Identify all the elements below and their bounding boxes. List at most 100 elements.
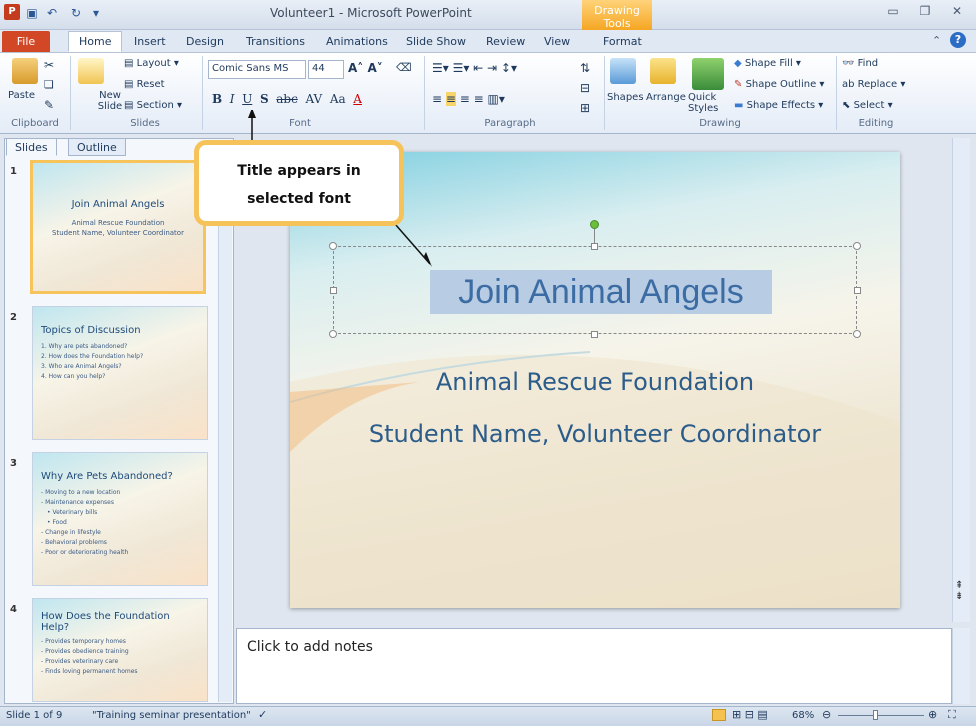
tab-transitions[interactable]: Transitions <box>235 31 316 52</box>
slide-thumbnail-3[interactable]: Why Are Pets Abandoned? - Moving to a ne… <box>32 452 208 586</box>
quick-styles-icon[interactable] <box>692 58 724 90</box>
slide-scrollbar[interactable] <box>952 138 970 622</box>
spelling-check-icon[interactable]: ✓ <box>258 708 267 721</box>
restore-icon[interactable]: ❐ <box>912 4 938 22</box>
close-icon[interactable]: ✕ <box>944 4 970 22</box>
slide-title[interactable]: Join Animal Angels <box>430 270 772 314</box>
new-slide-icon[interactable] <box>78 58 104 84</box>
theme-status[interactable]: "Training seminar presentation" <box>92 710 251 721</box>
section-button[interactable]: ▤ Section ▾ <box>124 100 182 111</box>
text-direction-icon[interactable]: ⇅ ⊟ ⊞ <box>580 58 590 118</box>
font-name-box[interactable]: Comic Sans MS <box>208 60 306 79</box>
thumb-title: How Does the Foundation Help? <box>41 611 170 633</box>
customize-qat-icon[interactable]: ▾ <box>88 5 104 21</box>
arrange-button[interactable]: Arrange <box>646 92 686 103</box>
annotation-callout: Title appears in selected font <box>194 140 404 226</box>
alignment-icons[interactable]: ≡ ≡ ≡ ≡ ▥▾ <box>432 92 505 106</box>
tab-animations[interactable]: Animations <box>315 31 399 52</box>
view-mode-icons[interactable]: ⊞ ⊟ ▤ <box>732 708 768 721</box>
thumb-line: • Veterinary bills <box>47 509 98 516</box>
notes-scrollbar[interactable] <box>952 628 970 704</box>
paste-button[interactable]: Paste <box>8 90 35 101</box>
tab-design[interactable]: Design <box>175 31 235 52</box>
rotation-handle[interactable] <box>590 220 599 229</box>
find-button[interactable]: 👓 Find <box>842 58 878 69</box>
tab-review[interactable]: Review <box>475 31 536 52</box>
thumb-title: Topics of Discussion <box>41 325 141 336</box>
tab-home[interactable]: Home <box>68 31 123 52</box>
thumb-line: - Behavioral problems <box>41 539 107 546</box>
cut-icon[interactable]: ✂ <box>44 58 54 72</box>
thumb-line: 2. How does the Foundation help? <box>41 353 144 360</box>
slide-thumbnail-2[interactable]: Topics of Discussion 1. Why are pets aba… <box>32 306 208 440</box>
slide-subtitle-line-1[interactable]: Animal Rescue Foundation <box>290 368 900 396</box>
thumb-line: - Provides temporary homes <box>41 638 126 645</box>
reset-button[interactable]: ▤ Reset <box>124 79 165 90</box>
grow-font-icon[interactable]: A˄ A˅ <box>348 61 383 75</box>
tab-insert[interactable]: Insert <box>123 31 177 52</box>
thumb-line: 1. Why are pets abandoned? <box>41 343 128 350</box>
replace-button[interactable]: ab Replace ▾ <box>842 79 905 90</box>
tab-slide-show[interactable]: Slide Show <box>395 31 477 52</box>
tab-format[interactable]: Format <box>592 31 653 52</box>
shapes-icon[interactable] <box>610 58 636 84</box>
zoom-in-icon[interactable]: ⊕ <box>928 708 937 721</box>
notes-pane[interactable]: Click to add notes <box>236 628 952 704</box>
thumb-line: 4. How can you help? <box>41 373 106 380</box>
resize-handle[interactable] <box>330 287 337 294</box>
slide-thumbnail-1[interactable]: Join Animal Angels Animal Rescue Foundat… <box>30 160 206 294</box>
arrange-icon[interactable] <box>650 58 676 84</box>
slide-thumbnail-4[interactable]: How Does the Foundation Help? - Provides… <box>32 598 208 702</box>
clear-formatting-icon[interactable]: ⌫ <box>396 61 412 74</box>
resize-handle[interactable] <box>853 242 861 250</box>
select-button[interactable]: ⬉ Select ▾ <box>842 100 893 111</box>
shapes-button[interactable]: Shapes <box>607 92 644 103</box>
thumb-line: - Moving to a new location <box>41 489 121 496</box>
slides-pane-scrollbar[interactable] <box>218 158 232 702</box>
quick-styles-button[interactable]: Quick Styles <box>688 92 728 114</box>
save-icon[interactable]: ▣ <box>24 5 40 21</box>
zoom-slider-thumb[interactable] <box>873 710 878 720</box>
powerpoint-logo-icon[interactable]: P <box>4 4 20 20</box>
layout-button[interactable]: ▤ Layout ▾ <box>124 58 179 69</box>
tab-view[interactable]: View <box>533 31 581 52</box>
shape-outline-button[interactable]: ✎ Shape Outline ▾ <box>734 79 824 90</box>
tab-outline-pane[interactable]: Outline <box>68 138 126 156</box>
tab-slides-pane[interactable]: Slides <box>6 138 57 156</box>
resize-handle[interactable] <box>853 330 861 338</box>
callout-line-1: Title appears in <box>237 163 361 179</box>
title-bar <box>0 0 976 30</box>
redo-icon[interactable]: ↻ <box>68 5 84 21</box>
tab-file[interactable]: File <box>2 31 50 52</box>
shape-effects-button[interactable]: ▬ Shape Effects ▾ <box>734 100 823 111</box>
thumb-line: - Provides veterinary care <box>41 658 119 665</box>
section-icon: ▤ <box>124 100 137 111</box>
zoom-slider[interactable] <box>838 715 924 716</box>
zoom-out-icon[interactable]: ⊖ <box>822 708 831 721</box>
resize-handle[interactable] <box>854 287 861 294</box>
minimize-icon[interactable]: ▭ <box>880 4 906 22</box>
copy-icon[interactable]: ❏ <box>44 78 54 91</box>
help-icon[interactable]: ? <box>950 32 966 48</box>
prev-next-slide-icon[interactable]: ⇞ ⇟ <box>955 580 963 602</box>
format-painter-icon[interactable]: ✎ <box>44 98 54 112</box>
minimize-ribbon-icon[interactable]: ⌃ <box>932 34 941 47</box>
zoom-level[interactable]: 68% <box>792 710 814 721</box>
bullets-icon[interactable]: ☰▾ ☰▾ ⇤ ⇥ ↕▾ <box>432 61 517 75</box>
resize-handle[interactable] <box>591 331 598 338</box>
editing-group-label: Editing <box>858 118 894 129</box>
font-size-box[interactable]: 44 <box>308 60 344 79</box>
shape-fill-button[interactable]: ◆ Shape Fill ▾ <box>734 58 801 69</box>
resize-handle[interactable] <box>329 330 337 338</box>
slide-count-status: Slide 1 of 9 <box>6 710 63 721</box>
normal-view-icon[interactable] <box>712 709 726 721</box>
paste-icon[interactable] <box>12 58 38 84</box>
resize-handle[interactable] <box>591 243 598 250</box>
fit-to-window-icon[interactable]: ⛶ <box>948 708 956 722</box>
thumb-line: - Change in lifestyle <box>41 529 101 536</box>
font-format-buttons[interactable]: B I U S abc AV Aa A <box>212 92 362 106</box>
slide-subtitle-line-2[interactable]: Student Name, Volunteer Coordinator <box>290 420 900 448</box>
undo-icon[interactable]: ↶ <box>44 5 60 21</box>
thumb-line: 3. Who are Animal Angels? <box>41 363 122 370</box>
drawing-tools-context: Drawing Tools <box>582 0 652 30</box>
